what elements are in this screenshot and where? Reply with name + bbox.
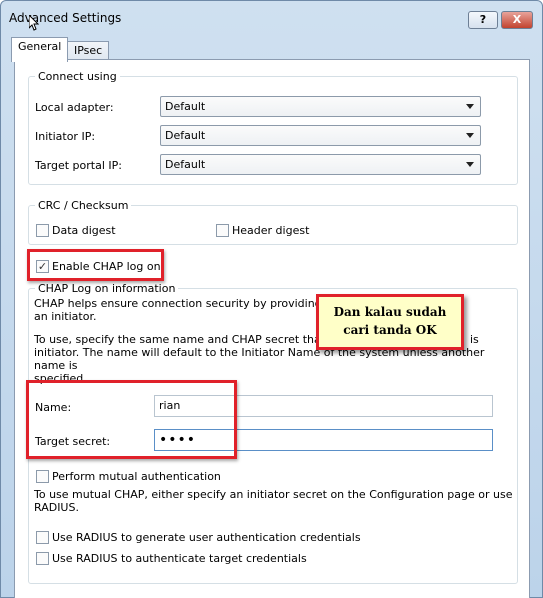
title-bar[interactable]: Advanced Settings ? X: [1, 1, 542, 37]
chap-highlight-box: [27, 249, 164, 281]
data-digest-checkbox[interactable]: [36, 224, 49, 237]
mutual-desc-line2: RADIUS.: [34, 501, 79, 514]
chevron-down-icon: [466, 104, 474, 109]
chevron-down-icon: [466, 162, 474, 167]
connect-using-legend: Connect using: [38, 70, 117, 83]
crc-checksum-group: CRC / Checksum: [28, 199, 518, 245]
target-portal-ip-value: Default: [165, 158, 206, 171]
annotation-line-2: cari tanda OK: [343, 323, 437, 337]
target-portal-ip-label: Target portal IP:: [35, 159, 122, 172]
local-adapter-label: Local adapter:: [35, 101, 114, 114]
mutual-auth-checkbox[interactable]: [36, 470, 49, 483]
radius-user-label[interactable]: Use RADIUS to generate user authenticati…: [52, 531, 361, 544]
mutual-auth-description: To use mutual CHAP, either specify an in…: [34, 488, 514, 514]
chevron-down-icon: [466, 133, 474, 138]
header-digest-checkbox[interactable]: [216, 224, 229, 237]
header-digest-label[interactable]: Header digest: [232, 224, 309, 237]
chap-desc2-line1-end: is: [470, 333, 479, 346]
radius-user-checkbox[interactable]: [36, 531, 49, 544]
chap-desc1-line1: CHAP helps ensure connection security by…: [34, 297, 364, 310]
annotation-note: Dan kalau sudah cari tanda OK: [316, 294, 464, 350]
tab-strip: General IPsec: [9, 37, 529, 62]
local-adapter-value: Default: [165, 100, 206, 113]
initiator-ip-value: Default: [165, 129, 206, 142]
credentials-highlight-box: [26, 380, 237, 459]
chap-logon-legend: CHAP Log on information: [38, 282, 176, 295]
radius-target-label[interactable]: Use RADIUS to authenticate target creden…: [52, 552, 307, 565]
crc-checksum-legend: CRC / Checksum: [38, 199, 129, 212]
close-button[interactable]: X: [501, 11, 533, 29]
chap-desc2-line1: To use, specify the same name and CHAP s…: [34, 333, 360, 346]
tab-general[interactable]: General: [11, 37, 69, 62]
radius-target-checkbox[interactable]: [36, 552, 49, 565]
mouse-pointer-icon: [29, 15, 39, 31]
local-adapter-dropdown[interactable]: Default: [160, 96, 481, 117]
chap-desc1-line2: an initiator.: [34, 310, 97, 323]
tab-ipsec[interactable]: IPsec: [67, 41, 110, 61]
mutual-auth-label[interactable]: Perform mutual authentication: [52, 470, 221, 483]
annotation-line-1: Dan kalau sudah: [333, 305, 447, 319]
target-portal-ip-dropdown[interactable]: Default: [160, 154, 481, 175]
window-title: Advanced Settings: [9, 11, 122, 25]
initiator-ip-label: Initiator IP:: [35, 130, 96, 143]
mutual-desc-line1: To use mutual CHAP, either specify an in…: [34, 488, 513, 501]
data-digest-label[interactable]: Data digest: [52, 224, 116, 237]
help-button[interactable]: ?: [468, 11, 498, 29]
initiator-ip-dropdown[interactable]: Default: [160, 125, 481, 146]
